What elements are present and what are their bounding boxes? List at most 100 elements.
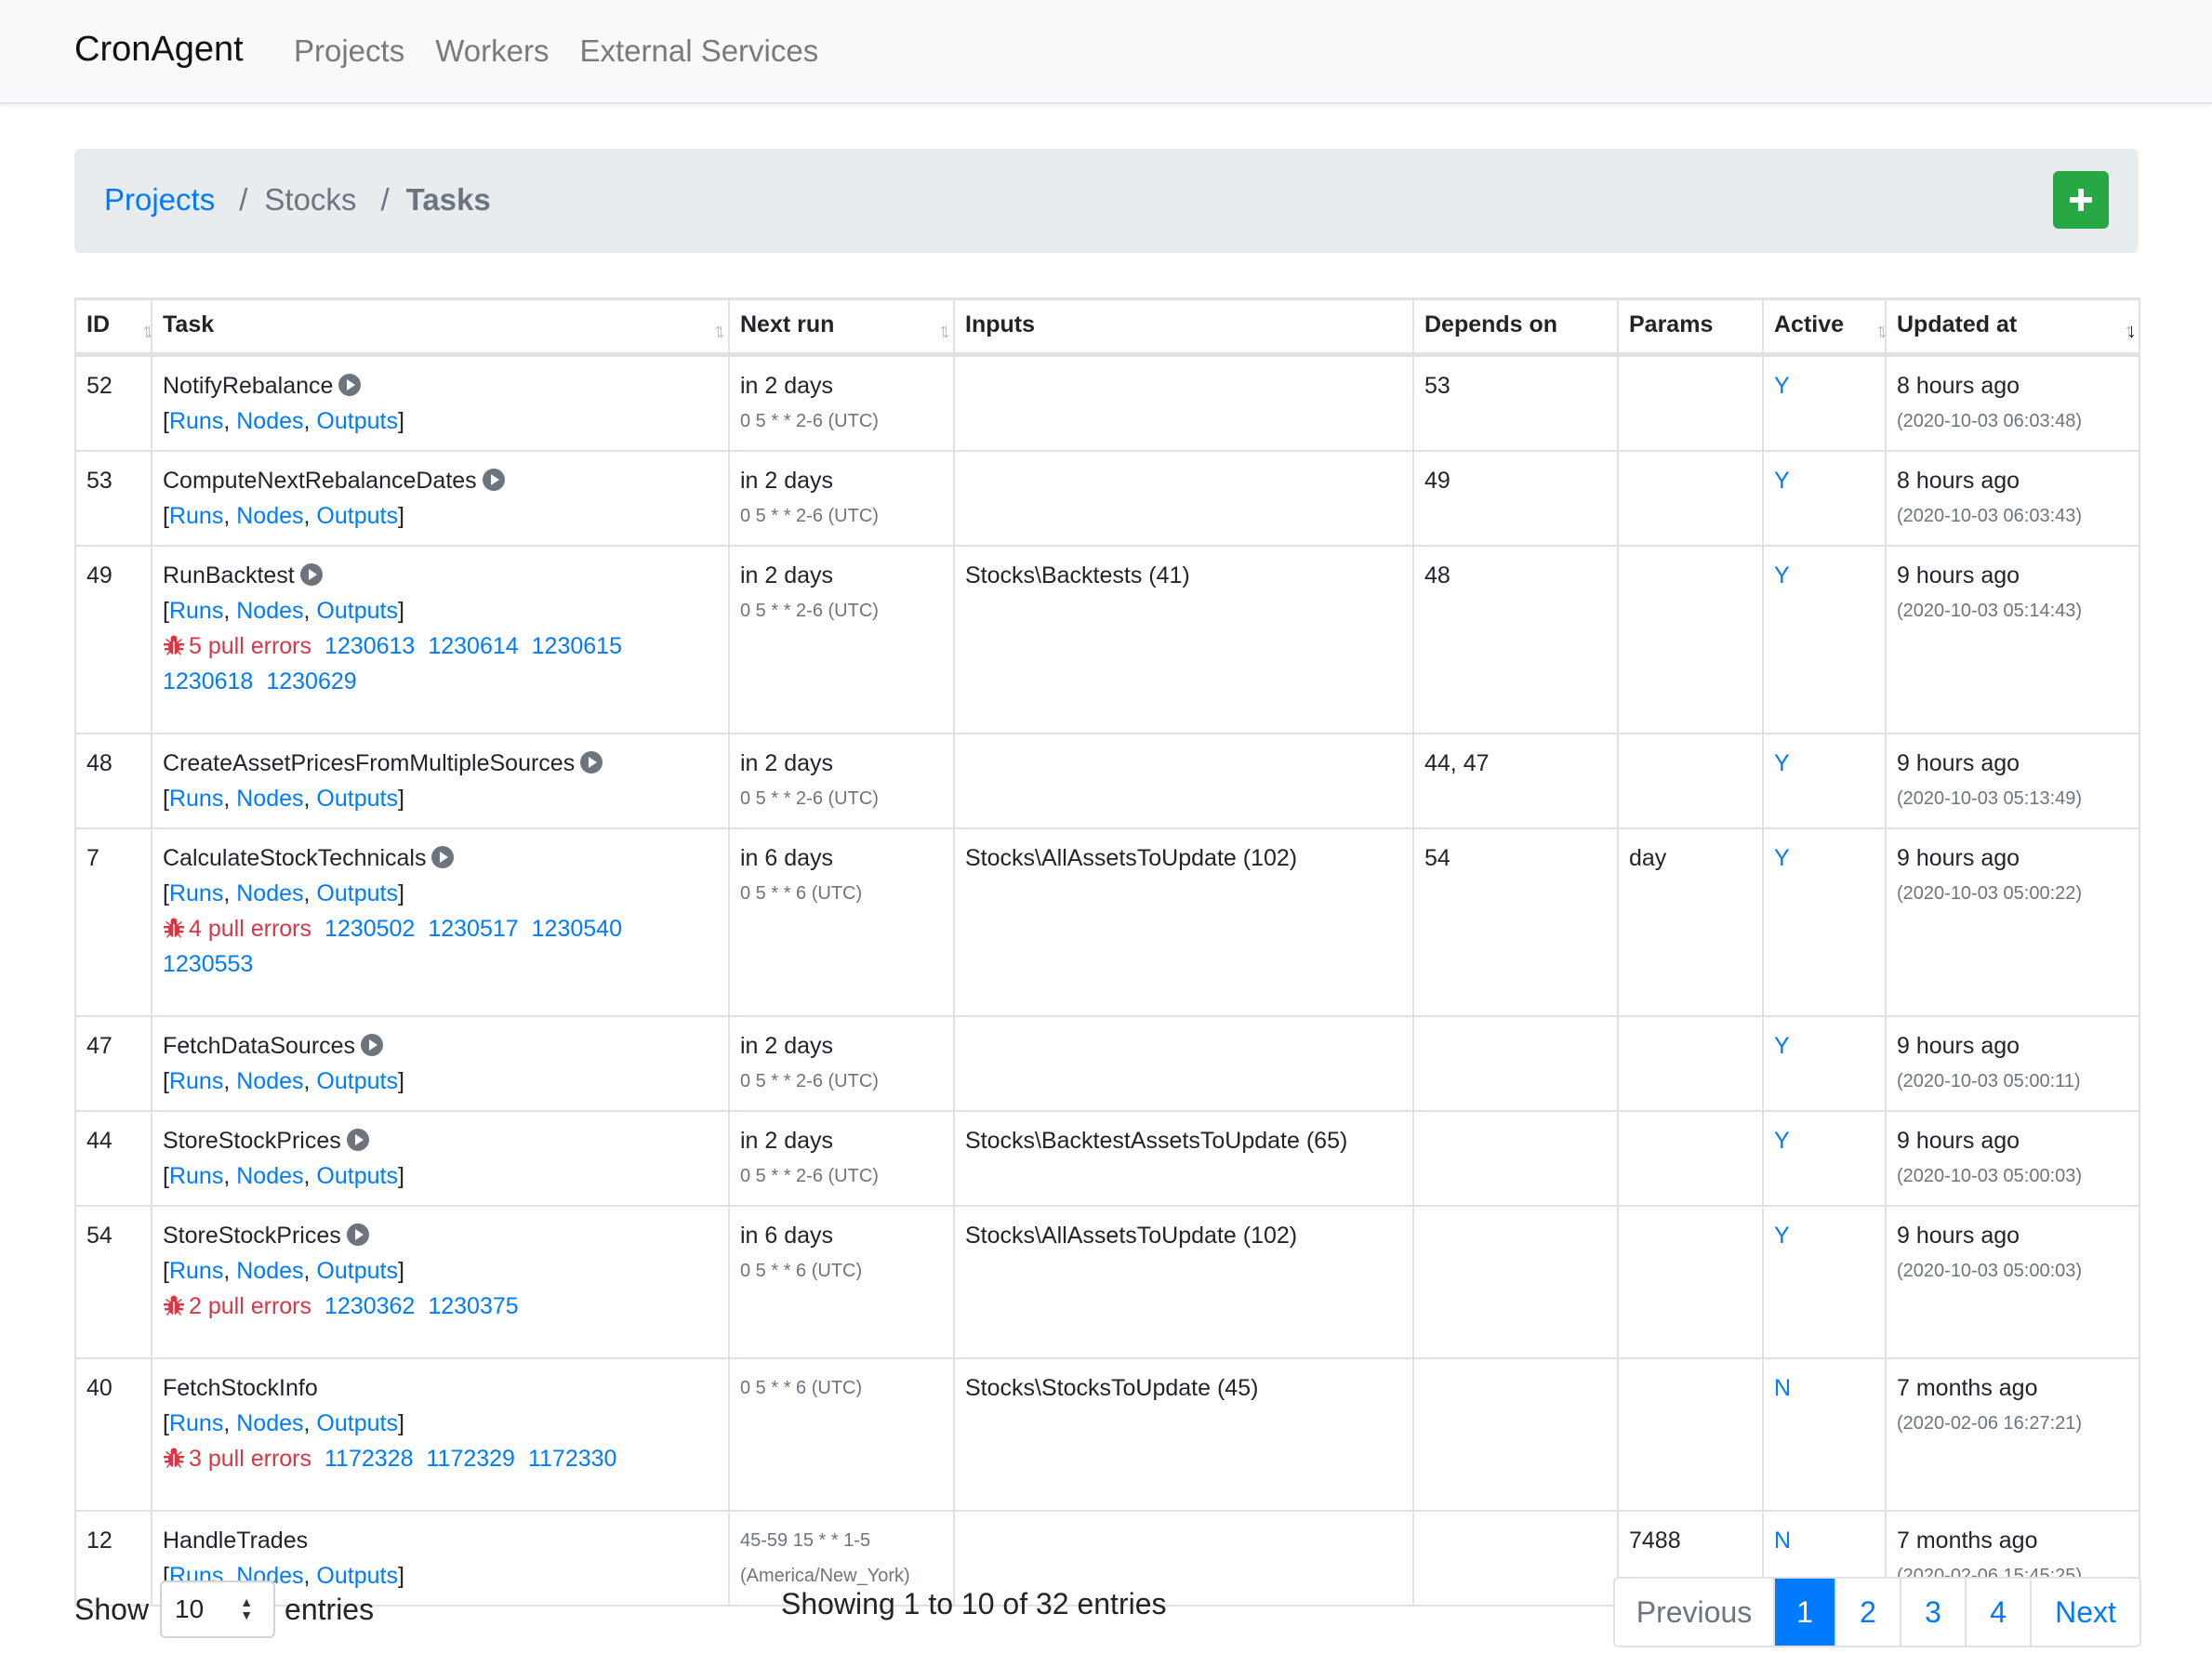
runs-link[interactable]: Runs	[169, 786, 223, 812]
outputs-link[interactable]: Outputs	[316, 503, 398, 529]
runs-link[interactable]: Runs	[169, 1163, 223, 1189]
previous-page-button[interactable]: Previous	[1615, 1579, 1773, 1646]
column-header-id[interactable]: ID ↑↓	[74, 298, 154, 357]
outputs-link[interactable]: Outputs	[316, 1163, 398, 1189]
next-page-button[interactable]: Next	[2030, 1579, 2139, 1646]
select-arrows-icon: ▲ ▼	[240, 1594, 254, 1622]
nodes-link[interactable]: Nodes	[236, 408, 303, 434]
nodes-link[interactable]: Nodes	[236, 786, 303, 812]
error-run-link[interactable]: 1230517	[428, 916, 518, 942]
active-toggle[interactable]: Y	[1774, 845, 1790, 871]
cell-inputs	[953, 733, 1414, 829]
error-run-link[interactable]: 1230362	[325, 1293, 415, 1319]
run-now-icon[interactable]	[346, 1223, 369, 1246]
runs-link[interactable]: Runs	[169, 408, 223, 434]
cell-depends-on	[1412, 1205, 1619, 1359]
runs-link[interactable]: Runs	[169, 1410, 223, 1436]
cell-id: 44	[74, 1110, 152, 1207]
outputs-link[interactable]: Outputs	[316, 1258, 398, 1284]
task-name[interactable]: CreateAssetPricesFromMultipleSources	[163, 750, 575, 776]
nodes-link[interactable]: Nodes	[236, 1068, 303, 1094]
nodes-link[interactable]: Nodes	[236, 1163, 303, 1189]
page-button-1[interactable]: 1	[1773, 1579, 1835, 1646]
outputs-link[interactable]: Outputs	[316, 880, 398, 906]
updated-timestamp: (2020-10-03 05:00:11)	[1897, 1071, 2081, 1091]
task-name[interactable]: ComputeNextRebalanceDates	[163, 468, 477, 494]
error-run-link[interactable]: 1230629	[266, 668, 356, 694]
task-name[interactable]: CalculateStockTechnicals	[163, 845, 426, 871]
error-run-link[interactable]: 1230613	[325, 633, 415, 659]
add-task-button[interactable]	[2053, 171, 2109, 229]
active-toggle[interactable]: N	[1774, 1375, 1791, 1401]
task-name[interactable]: HandleTrades	[163, 1527, 308, 1554]
task-name[interactable]: FetchStockInfo	[163, 1375, 318, 1401]
top-navbar: CronAgent Projects Workers External Serv…	[0, 0, 2212, 104]
nodes-link[interactable]: Nodes	[236, 880, 303, 906]
nodes-link[interactable]: Nodes	[236, 1258, 303, 1284]
next-run-relative: in 2 days	[740, 468, 834, 494]
error-run-link[interactable]: 1230502	[325, 916, 415, 942]
run-now-icon[interactable]	[346, 1129, 369, 1151]
active-toggle[interactable]: Y	[1774, 1128, 1790, 1154]
error-run-link[interactable]: 1172329	[426, 1446, 514, 1472]
run-now-icon[interactable]	[431, 846, 455, 868]
column-header-active[interactable]: Active ↑↓	[1762, 298, 1888, 357]
active-toggle[interactable]: Y	[1774, 1033, 1790, 1059]
error-run-link[interactable]: 1172328	[325, 1446, 413, 1472]
error-run-link[interactable]: 1230618	[163, 668, 253, 694]
nav-link-workers[interactable]: Workers	[435, 33, 549, 69]
active-toggle[interactable]: Y	[1774, 1223, 1790, 1249]
active-toggle[interactable]: Y	[1774, 562, 1790, 588]
run-now-icon[interactable]	[338, 374, 362, 396]
error-run-link[interactable]: 1230375	[428, 1293, 518, 1319]
run-now-icon[interactable]	[299, 563, 323, 586]
outputs-link[interactable]: Outputs	[316, 1068, 398, 1094]
column-header-updated-at[interactable]: Updated at ↑↓	[1885, 298, 2140, 357]
nodes-link[interactable]: Nodes	[236, 598, 303, 624]
page-button-4[interactable]: 4	[1965, 1579, 2030, 1646]
runs-link[interactable]: Runs	[169, 598, 223, 624]
column-header-task[interactable]: Task ↑↓	[151, 298, 730, 357]
runs-link[interactable]: Runs	[169, 503, 223, 529]
run-now-icon[interactable]	[580, 751, 603, 774]
task-name[interactable]: RunBacktest	[163, 562, 295, 588]
nodes-link[interactable]: Nodes	[236, 503, 303, 529]
nav-link-external-services[interactable]: External Services	[579, 33, 818, 69]
nodes-link[interactable]: Nodes	[236, 1410, 303, 1436]
task-name[interactable]: FetchDataSources	[163, 1033, 355, 1059]
error-run-link[interactable]: 1230540	[532, 916, 622, 942]
column-label: ID	[86, 311, 110, 337]
task-name[interactable]: NotifyRebalance	[163, 373, 333, 399]
nav-link-projects[interactable]: Projects	[294, 33, 404, 69]
cell-next-run: in 2 days 0 5 * * 2-6 (UTC)	[728, 733, 955, 829]
active-toggle[interactable]: Y	[1774, 373, 1790, 399]
active-toggle[interactable]: N	[1774, 1527, 1791, 1554]
active-toggle[interactable]: Y	[1774, 468, 1790, 494]
outputs-link[interactable]: Outputs	[316, 1410, 398, 1436]
outputs-link[interactable]: Outputs	[316, 786, 398, 812]
run-now-icon[interactable]	[361, 1034, 384, 1056]
task-name[interactable]: StoreStockPrices	[163, 1223, 341, 1249]
runs-link[interactable]: Runs	[169, 1068, 223, 1094]
active-toggle[interactable]: Y	[1774, 750, 1790, 776]
brand-logo[interactable]: CronAgent	[74, 30, 244, 70]
bracket: [	[163, 1163, 169, 1189]
page-button-3[interactable]: 3	[1900, 1579, 1965, 1646]
error-run-link[interactable]: 1230615	[532, 633, 622, 659]
column-header-next-run[interactable]: Next run ↑↓	[728, 298, 955, 357]
page-size-select[interactable]: 10 ▲ ▼	[160, 1580, 276, 1638]
breadcrumb-projects[interactable]: Projects	[104, 182, 215, 218]
runs-link[interactable]: Runs	[169, 1258, 223, 1284]
error-run-link[interactable]: 1230553	[163, 951, 253, 977]
bracket: [	[163, 598, 169, 624]
error-run-link[interactable]: 1172330	[528, 1446, 616, 1472]
error-run-link[interactable]: 1230614	[428, 633, 518, 659]
cell-params	[1617, 1015, 1764, 1112]
run-now-icon[interactable]	[482, 469, 505, 491]
outputs-link[interactable]: Outputs	[316, 408, 398, 434]
outputs-link[interactable]: Outputs	[316, 598, 398, 624]
runs-link[interactable]: Runs	[169, 880, 223, 906]
task-name[interactable]: StoreStockPrices	[163, 1128, 341, 1154]
page-button-2[interactable]: 2	[1835, 1579, 1900, 1646]
updated-timestamp: (2020-10-03 05:00:22)	[1897, 883, 2083, 904]
